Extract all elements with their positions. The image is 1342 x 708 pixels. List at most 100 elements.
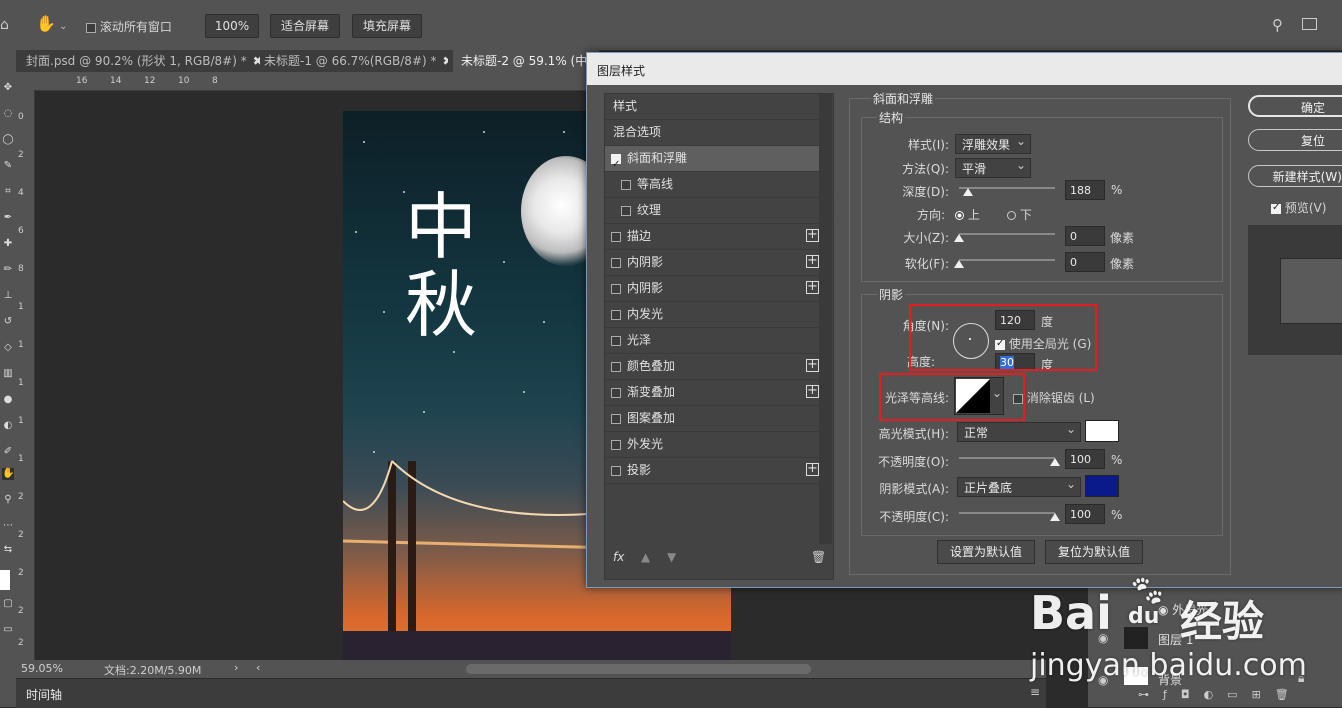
new-style-button[interactable]: 新建样式(W)... — [1248, 165, 1342, 187]
depth-slider-track[interactable] — [959, 187, 1055, 189]
search-icon[interactable]: ⚲ — [1272, 16, 1283, 34]
history-brush-icon[interactable]: ↺ — [2, 316, 14, 328]
hand-tool-icon[interactable]: ✋ ⌄ — [36, 14, 72, 36]
move-tool-icon[interactable]: ✥ — [2, 82, 14, 94]
home-icon[interactable]: ⌂ — [0, 17, 14, 33]
highlight-mode-select[interactable]: 正常 — [957, 419, 1081, 442]
blur-tool-icon[interactable]: ● — [2, 394, 14, 406]
timeline-tab[interactable]: 时间轴 — [26, 686, 62, 703]
tab-untitled-2[interactable]: 未标题-2 @ 59.1% (中秋 — [453, 50, 599, 72]
checkbox[interactable] — [611, 387, 621, 398]
status-menu-icon[interactable]: › — [234, 661, 238, 674]
checkbox[interactable] — [611, 309, 621, 320]
add-icon[interactable]: + — [806, 228, 819, 242]
checkbox[interactable] — [611, 152, 621, 177]
style-item-drop-shadow[interactable]: 投影 + — [605, 458, 823, 484]
style-item-inner-shadow-2[interactable]: 内阴影 + — [605, 276, 823, 302]
style-list-header[interactable]: 样式 — [605, 94, 825, 120]
eyedropper-icon[interactable]: ✒ — [2, 212, 14, 224]
ok-button[interactable]: 确定 — [1248, 95, 1342, 117]
shadow-opacity-thumb[interactable] — [1050, 513, 1060, 521]
soften-input[interactable]: 0 — [1065, 252, 1105, 272]
checkbox[interactable] — [611, 361, 621, 372]
method-select[interactable]: 平滑 — [955, 155, 1031, 178]
highlight-opacity-thumb[interactable] — [1050, 458, 1060, 466]
direction-up-radio[interactable]: 上 — [955, 206, 980, 223]
checkbox[interactable] — [1271, 202, 1281, 214]
style-item-texture[interactable]: 纹理 — [605, 198, 833, 224]
workspace-icon[interactable] — [1302, 18, 1317, 30]
style-item-inner-shadow[interactable]: 内阴影 + — [605, 250, 823, 276]
depth-slider-thumb[interactable] — [962, 188, 973, 196]
highlight-opacity-track[interactable] — [959, 457, 1055, 459]
style-item-contour[interactable]: 等高线 — [605, 172, 833, 198]
bevel-style-select[interactable]: 浮雕效果 — [955, 131, 1031, 154]
style-item-satin[interactable]: 光泽 — [605, 328, 823, 354]
close-icon[interactable]: ✖ — [443, 54, 449, 68]
checkbox[interactable] — [611, 413, 621, 424]
blend-options-item[interactable]: 混合选项 — [605, 120, 825, 146]
shadow-opacity-track[interactable] — [959, 512, 1055, 514]
style-list-scrollbar[interactable] — [819, 94, 832, 544]
quick-mask-icon[interactable]: ▢ — [2, 598, 14, 610]
add-icon[interactable]: + — [806, 384, 819, 398]
dialog-titlebar[interactable]: 图层样式 — [587, 53, 1342, 85]
fill-screen-button[interactable]: 填充屏幕 — [352, 14, 422, 38]
add-icon[interactable]: + — [806, 280, 819, 294]
preview-checkbox[interactable]: 预览(V) — [1271, 199, 1326, 216]
soften-slider-thumb[interactable] — [954, 260, 964, 268]
checkbox[interactable] — [611, 439, 621, 450]
set-default-button[interactable]: 设置为默认值 — [937, 540, 1035, 564]
eraser-tool-icon[interactable]: ◇ — [2, 342, 14, 354]
checkbox[interactable] — [611, 283, 621, 294]
healing-brush-icon[interactable]: ✚ — [2, 238, 14, 250]
soften-slider-track[interactable] — [959, 259, 1055, 261]
gradient-tool-icon[interactable]: ▥ — [2, 368, 14, 380]
highlight-opacity-input[interactable]: 100 — [1065, 449, 1105, 469]
checkbox[interactable] — [611, 465, 621, 476]
size-input[interactable]: 0 — [1065, 226, 1105, 246]
checkbox[interactable] — [611, 335, 621, 346]
stamp-tool-icon[interactable]: ⊥ — [2, 290, 14, 302]
size-slider-thumb[interactable] — [954, 234, 964, 242]
add-icon[interactable]: + — [806, 462, 819, 476]
style-item-outer-glow[interactable]: 外发光 — [605, 432, 823, 458]
style-item-bevel[interactable]: 斜面和浮雕 — [605, 146, 823, 177]
style-item-color-overlay[interactable]: 颜色叠加 + — [605, 354, 823, 380]
add-icon[interactable]: + — [806, 254, 819, 268]
checkbox[interactable] — [611, 231, 621, 242]
zoom-readout[interactable]: 59.05% — [21, 662, 63, 675]
move-down-icon[interactable]: ▼ — [667, 550, 676, 564]
anti-alias-checkbox[interactable]: 消除锯齿 (L) — [1013, 389, 1095, 406]
horizontal-scrollbar[interactable] — [466, 664, 811, 674]
reset-button[interactable]: 复位 — [1248, 129, 1342, 151]
crop-tool-icon[interactable]: ⌗ — [2, 186, 14, 198]
lasso-tool-icon[interactable]: ◯ — [2, 134, 14, 146]
foreground-color-swatch[interactable] — [0, 570, 10, 590]
swap-colors-icon[interactable]: ⇆ — [2, 544, 14, 556]
radio[interactable] — [955, 211, 964, 220]
more-tools-icon[interactable]: ⋯ — [2, 520, 14, 532]
checkbox[interactable] — [611, 257, 621, 268]
shadow-mode-select[interactable]: 正片叠底 — [957, 474, 1081, 497]
checkbox[interactable] — [621, 205, 631, 216]
quick-select-icon[interactable]: ✎ — [2, 160, 14, 172]
shadow-opacity-input[interactable]: 100 — [1065, 504, 1105, 524]
direction-down-radio[interactable]: 下 — [1007, 206, 1032, 223]
add-icon[interactable]: + — [806, 358, 819, 372]
style-item-gradient-overlay[interactable]: 渐变叠加 + — [605, 380, 823, 406]
radio[interactable] — [1007, 211, 1016, 220]
reset-default-button[interactable]: 复位为默认值 — [1045, 540, 1143, 564]
screen-mode-icon[interactable]: ▭ — [2, 624, 14, 636]
scroll-left-icon[interactable]: ‹ — [256, 661, 260, 674]
style-item-pattern-overlay[interactable]: 图案叠加 — [605, 406, 823, 432]
close-icon[interactable]: ✖ — [253, 54, 260, 68]
highlight-color-swatch[interactable] — [1085, 420, 1119, 442]
style-item-stroke[interactable]: 描边 + — [605, 224, 823, 250]
fit-screen-button[interactable]: 适合屏幕 — [270, 14, 340, 38]
pen-tool-icon[interactable]: ✐ — [2, 446, 14, 458]
checkbox[interactable] — [621, 179, 631, 190]
hand-tool-active-icon[interactable]: ✋ — [2, 468, 14, 480]
size-slider-track[interactable] — [959, 233, 1055, 235]
zoom-100-button[interactable]: 100% — [205, 14, 259, 38]
